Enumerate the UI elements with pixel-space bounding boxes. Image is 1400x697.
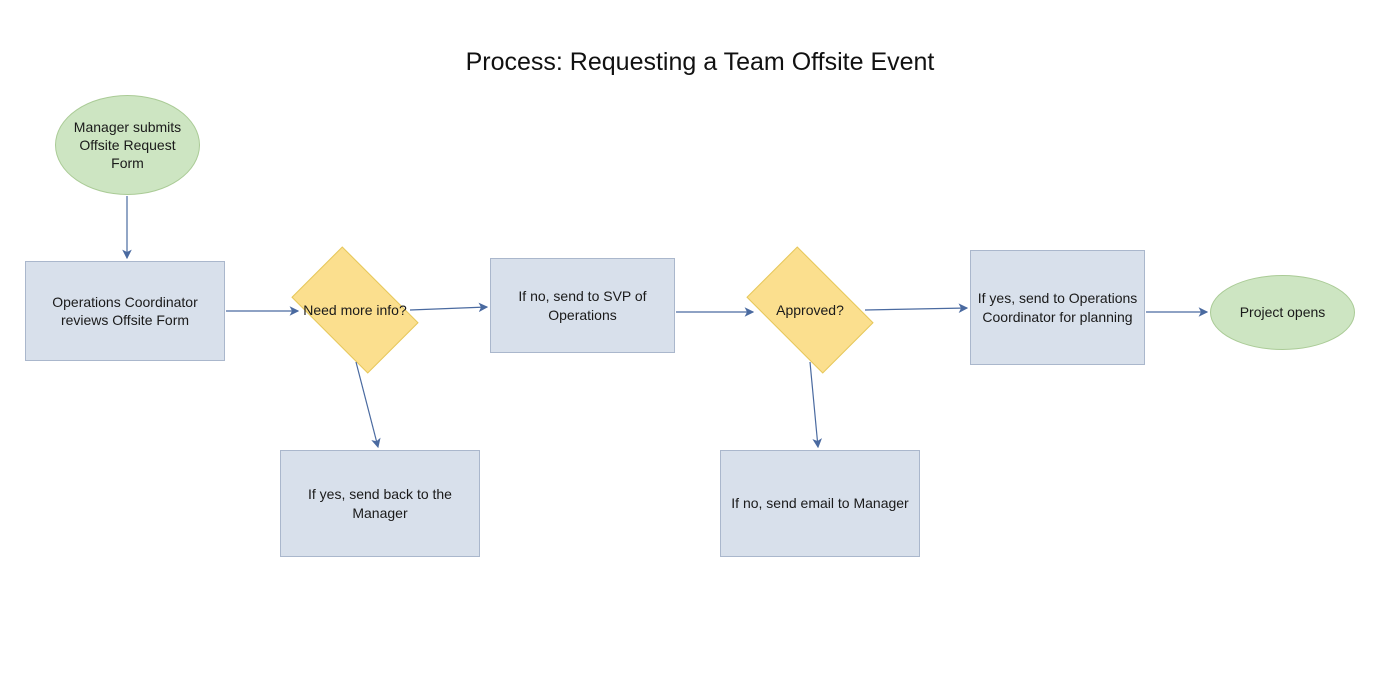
node-need-more-info-label: Need more info? bbox=[289, 301, 421, 319]
node-send-back-manager-label: If yes, send back to the Manager bbox=[287, 485, 473, 521]
node-approved-label: Approved? bbox=[762, 301, 858, 319]
node-coordinator-planning-label: If yes, send to Operations Coordinator f… bbox=[977, 289, 1138, 325]
node-start: Manager submits Offsite Request Form bbox=[55, 95, 200, 195]
edge-approved-email bbox=[810, 362, 818, 447]
node-review-label: Operations Coordinator reviews Offsite F… bbox=[32, 293, 218, 329]
node-review: Operations Coordinator reviews Offsite F… bbox=[25, 261, 225, 361]
edge-needinfo-sendback bbox=[356, 362, 378, 447]
node-send-svp: If no, send to SVP of Operations bbox=[490, 258, 675, 353]
node-send-back-manager: If yes, send back to the Manager bbox=[280, 450, 480, 557]
diagram-title: Process: Requesting a Team Offsite Event bbox=[0, 48, 1400, 77]
node-need-more-info: Need more info? bbox=[280, 260, 430, 360]
node-start-label: Manager submits Offsite Request Form bbox=[62, 118, 193, 173]
node-coordinator-planning: If yes, send to Operations Coordinator f… bbox=[970, 250, 1145, 365]
node-email-manager: If no, send email to Manager bbox=[720, 450, 920, 557]
node-end-label: Project opens bbox=[1240, 303, 1326, 321]
node-send-svp-label: If no, send to SVP of Operations bbox=[497, 287, 668, 323]
node-approved: Approved? bbox=[735, 260, 885, 360]
node-email-manager-label: If no, send email to Manager bbox=[731, 494, 908, 512]
flowchart-canvas: Process: Requesting a Team Offsite Event… bbox=[0, 0, 1400, 697]
node-end: Project opens bbox=[1210, 275, 1355, 350]
